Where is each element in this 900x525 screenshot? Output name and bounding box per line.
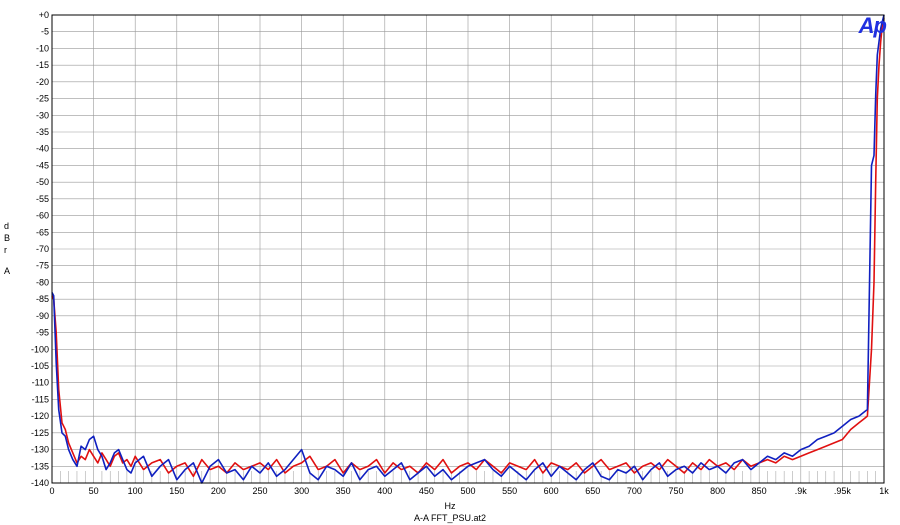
y-tick-label: -55	[36, 194, 49, 204]
y-tick-label: -40	[36, 144, 49, 154]
y-tick-label: -15	[36, 60, 49, 70]
y-tick-label: -5	[41, 27, 49, 37]
ap-logo: Ap	[858, 13, 887, 38]
y-tick-label: -35	[36, 127, 49, 137]
x-tick-label: 800	[710, 486, 725, 496]
y-tick-label: -120	[31, 411, 49, 421]
chart-grid	[51, 14, 885, 484]
x-tick-label: 750	[668, 486, 683, 496]
y-axis-label-char: d	[4, 221, 10, 231]
y-tick-label: -110	[32, 378, 49, 388]
x-tick-label: 850	[752, 486, 767, 496]
fft-chart: +0 -5 -10 -15 -20 -25 -30 -35 -40 -45 -50 -55 -60 -65…	[31, 10, 889, 496]
y-tick-label: -135	[31, 461, 49, 471]
y-tick-label: -30	[36, 110, 49, 120]
y-tick-label: -60	[36, 211, 49, 221]
x-tick-label: 300	[294, 486, 309, 496]
y-tick-label: -80	[36, 277, 49, 287]
x-tick-label: 200	[211, 486, 226, 496]
x-tick-label: 550	[502, 486, 517, 496]
y-axis-label-char: r	[4, 245, 7, 255]
y-tick-label: -95	[36, 328, 49, 338]
y-tick-labels: +0 -5 -10 -15 -20 -25 -30 -35 -40 -45 -50 -55 -60 -65…	[31, 10, 49, 488]
file-name-caption: A-A FFT_PSU.at2	[413, 513, 487, 523]
y-tick-label: -25	[36, 94, 49, 104]
y-tick-label: -70	[36, 244, 49, 254]
y-tick-label: -90	[36, 311, 49, 321]
x-tick-label: 100	[128, 486, 143, 496]
x-tick-label: 650	[585, 486, 600, 496]
x-tick-label: 150	[169, 486, 184, 496]
y-tick-label: -140	[31, 478, 49, 488]
y-tick-label: -65	[36, 227, 49, 237]
y-tick-label: -100	[31, 344, 49, 354]
y-tick-label: -75	[36, 261, 49, 271]
y-tick-label: -20	[36, 77, 49, 87]
y-tick-label: -85	[36, 294, 49, 304]
x-tick-label: 600	[544, 486, 559, 496]
x-tick-label: .95k	[834, 486, 852, 496]
x-tick-label: 0	[49, 486, 54, 496]
x-axis-label: Hz	[444, 501, 456, 511]
x-tick-labels: 0 50 100 150 200 250 300 350 400 450 500 550 600 650 7…	[49, 486, 889, 496]
y-tick-label: -105	[31, 361, 49, 371]
x-tick-label: .9k	[795, 486, 808, 496]
y-tick-label: -45	[36, 160, 49, 170]
x-tick-label: 350	[336, 486, 351, 496]
x-tick-label: 450	[419, 486, 434, 496]
y-tick-label: -130	[31, 445, 49, 455]
y-axis-label-char: A	[4, 266, 11, 276]
x-tick-label: 50	[89, 486, 99, 496]
y-tick-label: -125	[31, 428, 49, 438]
x-tick-label: 250	[252, 486, 267, 496]
x-tick-label: 400	[377, 486, 392, 496]
y-tick-label: -10	[36, 43, 49, 53]
y-tick-label: -50	[36, 177, 49, 187]
x-tick-label: 700	[627, 486, 642, 496]
x-tick-label: 1k	[879, 486, 889, 496]
y-tick-label: -115	[32, 394, 49, 404]
y-axis-label-char: B	[4, 233, 11, 243]
x-tick-label: 500	[460, 486, 475, 496]
y-tick-label: +0	[39, 10, 49, 20]
